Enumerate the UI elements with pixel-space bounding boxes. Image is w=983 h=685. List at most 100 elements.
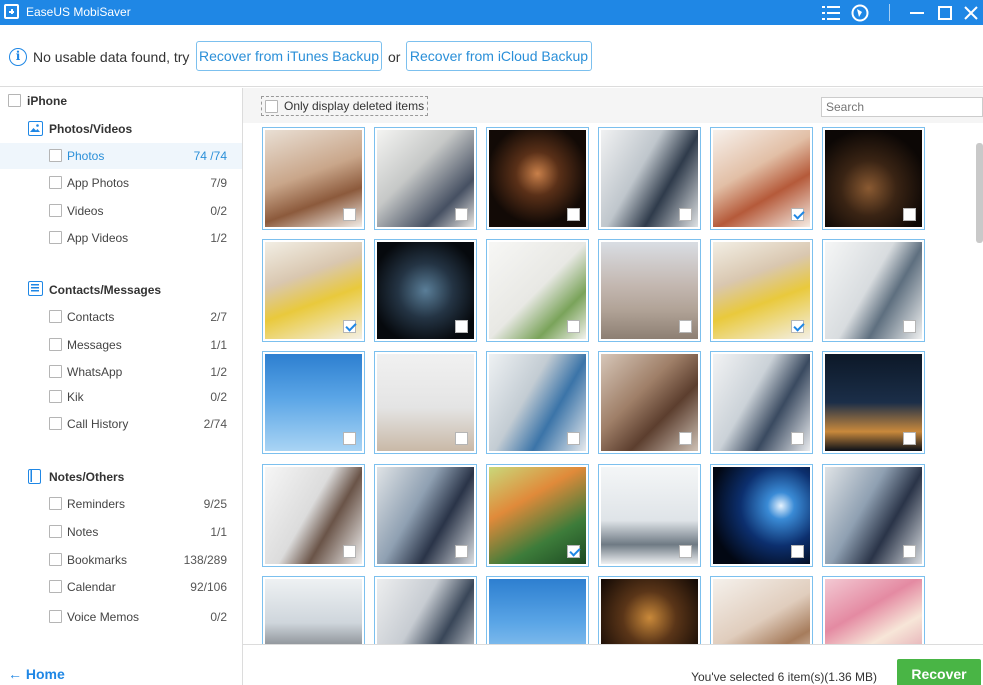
sidebar-item-calendar[interactable]: Calendar 92/106 [0,574,242,600]
photo-checkbox[interactable] [567,320,580,333]
sidebar-item-videos[interactable]: Videos 0/2 [0,198,242,224]
photo-thumbnail[interactable] [710,127,813,230]
photo-thumbnail[interactable] [486,351,589,454]
recover-icloud-button[interactable]: Recover from iCloud Backup [406,41,592,71]
photo-thumbnail[interactable] [262,127,365,230]
sidebar-item-bookmarks[interactable]: Bookmarks 138/289 [0,547,242,573]
item-checkbox[interactable] [49,610,62,623]
photo-thumbnail[interactable] [262,239,365,342]
photo-thumbnail[interactable] [262,351,365,454]
item-checkbox[interactable] [49,525,62,538]
photo-checkbox[interactable] [679,320,692,333]
photo-thumbnail[interactable] [486,239,589,342]
item-checkbox[interactable] [49,204,62,217]
photo-thumbnail[interactable] [822,127,925,230]
photo-checkbox[interactable] [455,320,468,333]
photo-thumbnail[interactable] [822,239,925,342]
photo-checkbox[interactable] [567,432,580,445]
photo-thumbnail[interactable] [598,351,701,454]
photo-checkbox[interactable] [679,432,692,445]
item-checkbox[interactable] [49,310,62,323]
sidebar-item-kik[interactable]: Kik 0/2 [0,384,242,410]
photo-thumbnail[interactable] [374,239,477,342]
photo-thumbnail[interactable] [262,576,365,644]
photo-checkbox[interactable] [903,432,916,445]
photo-checkbox[interactable] [455,432,468,445]
sidebar-item-app-videos[interactable]: App Videos 1/2 [0,225,242,251]
sidebar-item-app-photos[interactable]: App Photos 7/9 [0,170,242,196]
item-checkbox[interactable] [49,417,62,430]
photo-thumbnail[interactable] [822,464,925,567]
photo-thumbnail[interactable] [598,239,701,342]
sidebar-item-messages[interactable]: Messages 1/1 [0,332,242,358]
photo-checkbox[interactable] [343,320,356,333]
photo-checkbox[interactable] [791,320,804,333]
sidebar-item-call-history[interactable]: Call History 2/74 [0,411,242,437]
photo-thumbnail[interactable] [598,464,701,567]
close-icon[interactable] [958,0,983,25]
photo-thumbnail[interactable] [710,576,813,644]
photo-thumbnail[interactable] [598,127,701,230]
photo-thumbnail[interactable] [262,464,365,567]
photo-checkbox[interactable] [343,545,356,558]
photo-checkbox[interactable] [791,208,804,221]
recover-button[interactable]: Recover [897,659,981,685]
item-checkbox[interactable] [49,497,62,510]
item-checkbox[interactable] [49,231,62,244]
item-checkbox[interactable] [49,338,62,351]
grid-scrollbar[interactable] [976,143,983,243]
photo-checkbox[interactable] [567,208,580,221]
photo-checkbox[interactable] [455,545,468,558]
filter-checkbox[interactable] [265,100,278,113]
photo-thumbnail[interactable] [710,239,813,342]
device-checkbox[interactable] [8,94,21,107]
sidebar-item-reminders[interactable]: Reminders 9/25 [0,491,242,517]
help-globe-icon[interactable] [847,0,873,25]
home-link[interactable]: ← Home [8,666,65,682]
menu-icon[interactable] [818,0,844,25]
item-checkbox[interactable] [49,390,62,403]
filter-label: Only display deleted items [284,99,425,113]
category-notes-others[interactable]: Notes/Others [49,470,124,484]
deleted-only-filter[interactable]: Only display deleted items [261,96,429,116]
photo-thumbnail[interactable] [486,576,589,644]
photo-thumbnail[interactable] [486,127,589,230]
sidebar-item-whatsapp[interactable]: WhatsApp 1/2 [0,359,242,385]
category-contacts-messages[interactable]: Contacts/Messages [49,283,161,297]
item-checkbox[interactable] [49,176,62,189]
item-checkbox[interactable] [49,580,62,593]
sidebar-item-photos[interactable]: Photos 74 /74 [0,143,242,169]
photo-thumbnail[interactable] [486,464,589,567]
photo-checkbox[interactable] [343,208,356,221]
photo-checkbox[interactable] [903,208,916,221]
photo-thumbnail[interactable] [374,351,477,454]
photo-checkbox[interactable] [791,545,804,558]
item-checkbox[interactable] [49,365,62,378]
photo-thumbnail[interactable] [374,464,477,567]
photo-thumbnail[interactable] [822,576,925,644]
photo-checkbox[interactable] [791,432,804,445]
sidebar-item-contacts[interactable]: Contacts 2/7 [0,304,242,330]
sidebar-item-voice-memos[interactable]: Voice Memos 0/2 [0,604,242,630]
photo-checkbox[interactable] [679,545,692,558]
photo-thumbnail[interactable] [598,576,701,644]
maximize-icon[interactable] [932,0,958,25]
item-checkbox[interactable] [49,553,62,566]
photo-checkbox[interactable] [343,432,356,445]
photo-thumbnail[interactable] [710,351,813,454]
recover-itunes-button[interactable]: Recover from iTunes Backup [196,41,382,71]
photo-thumbnail[interactable] [822,351,925,454]
search-input[interactable] [821,97,983,117]
item-checkbox[interactable] [49,149,62,162]
photo-thumbnail[interactable] [374,127,477,230]
photo-checkbox[interactable] [903,320,916,333]
photo-thumbnail[interactable] [710,464,813,567]
photo-thumbnail[interactable] [374,576,477,644]
minimize-icon[interactable] [904,0,930,25]
photo-checkbox[interactable] [679,208,692,221]
photo-checkbox[interactable] [567,545,580,558]
photo-checkbox[interactable] [455,208,468,221]
photo-checkbox[interactable] [903,545,916,558]
sidebar-item-notes[interactable]: Notes 1/1 [0,519,242,545]
category-photos-videos[interactable]: Photos/Videos [49,122,132,136]
